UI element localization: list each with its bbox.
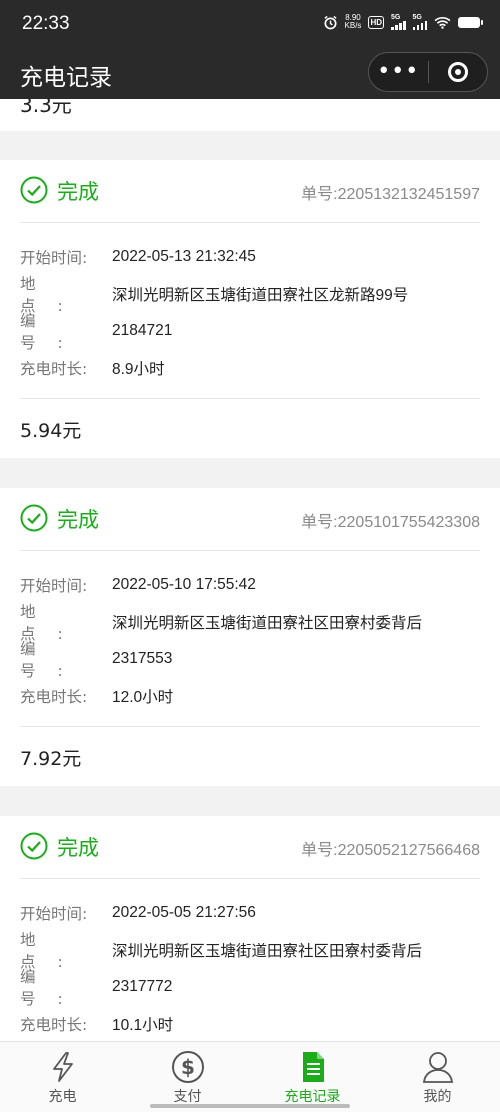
record-list[interactable]: 3.3元 完成 单号:2205132132451597 开始时间: 2022-0… [0,99,500,1041]
status-time: 22:33 [22,13,70,34]
number-value: 2317553 [112,649,173,667]
page-title: 充电记录 [20,65,112,91]
start-time-row: 开始时间: 2022-05-05 21:27:56 [20,894,480,931]
dollar-icon: $ [171,1051,204,1083]
start-time-row: 开始时间: 2022-05-13 21:32:45 [20,238,480,275]
location-row: 地点: 深圳光明新区玉塘街道田寮社区田寮村委背后 [20,931,480,971]
check-circle-icon [20,176,48,204]
amount: 3.3元 [20,99,72,117]
duration-row: 充电时长: 8.9小时 [20,349,480,386]
nav-bar: 充电记录 ••• [0,50,500,99]
document-list-icon [302,1052,324,1082]
svg-text:$: $ [181,1055,195,1079]
tab-charge[interactable]: 充电 [0,1042,125,1112]
more-button[interactable]: ••• [369,53,428,91]
mini-program-capsule: ••• [368,52,488,92]
tab-mine[interactable]: 我的 [375,1042,500,1112]
duration-row: 充电时长: 12.0小时 [20,677,480,714]
status-bar: 22:33 8.90 KB/s HD 5G 5G [0,0,500,50]
battery-icon [458,16,483,28]
signal-icon: 5G [412,14,427,30]
status-icons: 8.90 KB/s HD 5G 5G [323,13,483,30]
card-header: 完成 单号:2205101755423308 [20,488,480,551]
tab-bar: 充电 $ 支付 充电记录 我的 [0,1041,500,1112]
order-number: 单号:2205132132451597 [301,186,480,203]
location-value: 深圳光明新区玉塘街道田寮社区龙新路99号 [112,286,409,304]
alarm-icon [323,15,337,29]
number-label: 编号: [20,967,85,1008]
duration-value: 10.1小时 [112,1016,174,1034]
location-row: 地点: 深圳光明新区玉塘街道田寮社区龙新路99号 [20,275,480,315]
tab-label: 我的 [423,1089,452,1105]
start-time-label: 开始时间: [20,248,88,267]
location-row: 地点: 深圳光明新区玉塘街道田寮社区田寮村委背后 [20,603,480,643]
duration-value: 12.0小时 [112,688,174,706]
record-card[interactable]: 完成 单号:2205052127566468 开始时间: 2022-05-05 … [0,816,500,1041]
tab-label: 支付 [173,1089,202,1105]
record-details: 开始时间: 2022-05-05 21:27:56 地点: 深圳光明新区玉塘街道… [20,894,480,1041]
number-value: 2184721 [112,321,173,339]
hd-badge: HD [368,15,384,29]
tab-label: 充电 [48,1089,77,1105]
divider [20,398,480,399]
wifi-icon [434,16,451,29]
number-row: 编号: 2317553 [20,640,480,680]
number-row: 编号: 2317772 [20,968,480,1008]
duration-label: 充电时长: [20,1015,88,1034]
status-label: 完成 [57,180,99,204]
net-speed: 8.90 KB/s [344,13,362,30]
check-circle-icon [20,832,48,860]
status-label: 完成 [57,508,99,532]
duration-row: 充电时长: 10.1小时 [20,1005,480,1041]
record-card[interactable]: 完成 单号:2205101755423308 开始时间: 2022-05-10 … [0,488,500,786]
divider [20,726,480,727]
signal-icon: 5G [391,14,406,30]
tab-pay[interactable]: $ 支付 [125,1042,250,1112]
duration-label: 充电时长: [20,687,88,706]
card-header: 完成 单号:2205132132451597 [20,160,480,223]
number-label: 编号: [20,639,85,680]
duration-value: 8.9小时 [112,360,165,378]
card-header: 完成 单号:2205052127566468 [20,816,480,879]
status-label: 完成 [57,836,99,860]
start-time-row: 开始时间: 2022-05-10 17:55:42 [20,566,480,603]
target-circle-icon [447,62,468,82]
start-time-value: 2022-05-10 17:55:42 [112,575,256,593]
number-label: 编号: [20,311,85,352]
duration-label: 充电时长: [20,359,88,378]
order-number: 单号:2205101755423308 [301,514,480,531]
record-details: 开始时间: 2022-05-13 21:32:45 地点: 深圳光明新区玉塘街道… [20,238,480,386]
start-time-label: 开始时间: [20,576,88,595]
tab-label: 充电记录 [284,1089,341,1105]
lightning-icon [52,1052,73,1082]
home-indicator[interactable] [150,1104,350,1108]
start-time-label: 开始时间: [20,904,88,923]
location-value: 深圳光明新区玉塘街道田寮社区田寮村委背后 [112,942,423,960]
more-dots-icon: ••• [377,59,420,84]
start-time-value: 2022-05-05 21:27:56 [112,903,256,921]
number-row: 编号: 2184721 [20,312,480,352]
amount: 7.92元 [20,748,82,770]
tab-records[interactable]: 充电记录 [250,1042,375,1112]
record-details: 开始时间: 2022-05-10 17:55:42 地点: 深圳光明新区玉塘街道… [20,566,480,714]
record-card-partial: 3.3元 [0,99,500,131]
user-icon [422,1052,453,1083]
number-value: 2317772 [112,977,173,995]
start-time-value: 2022-05-13 21:32:45 [112,247,256,265]
close-button[interactable] [429,53,488,91]
record-card[interactable]: 完成 单号:2205132132451597 开始时间: 2022-05-13 … [0,160,500,458]
check-circle-icon [20,504,48,532]
order-number: 单号:2205052127566468 [301,842,480,859]
amount: 5.94元 [20,420,82,442]
location-value: 深圳光明新区玉塘街道田寮社区田寮村委背后 [112,614,423,632]
